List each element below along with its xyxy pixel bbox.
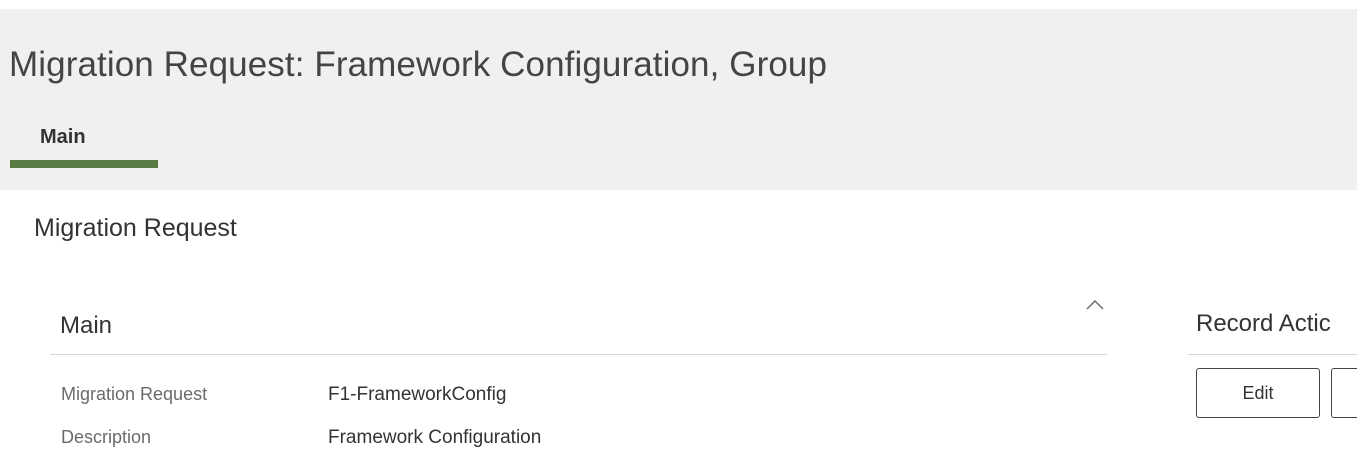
chevron-up-icon xyxy=(1086,299,1104,310)
collapse-toggle[interactable] xyxy=(1080,292,1110,316)
page-title: Migration Request: Framework Configurati… xyxy=(9,45,828,84)
tab-main-label: Main xyxy=(40,126,86,148)
section-title: Migration Request xyxy=(34,214,237,242)
record-actions-divider xyxy=(1188,354,1357,355)
field-value-description: Framework Configuration xyxy=(328,427,542,448)
record-actions-title: Record Actic xyxy=(1196,310,1331,337)
panel-heading: Main xyxy=(60,312,113,339)
active-tab-indicator xyxy=(10,160,158,168)
page: Migration Request: Framework Configurati… xyxy=(0,0,1357,453)
field-value-migration-request: F1-FrameworkConfig xyxy=(328,384,507,405)
field-label-description: Description xyxy=(61,427,152,447)
panel-divider xyxy=(50,354,1107,355)
tab-main[interactable]: Main xyxy=(10,118,158,170)
page-header: Migration Request: Framework Configurati… xyxy=(0,9,1357,190)
field-label-migration-request: Migration Request xyxy=(61,384,208,404)
record-action-button-2[interactable] xyxy=(1331,368,1357,418)
edit-button[interactable]: Edit xyxy=(1196,368,1320,418)
